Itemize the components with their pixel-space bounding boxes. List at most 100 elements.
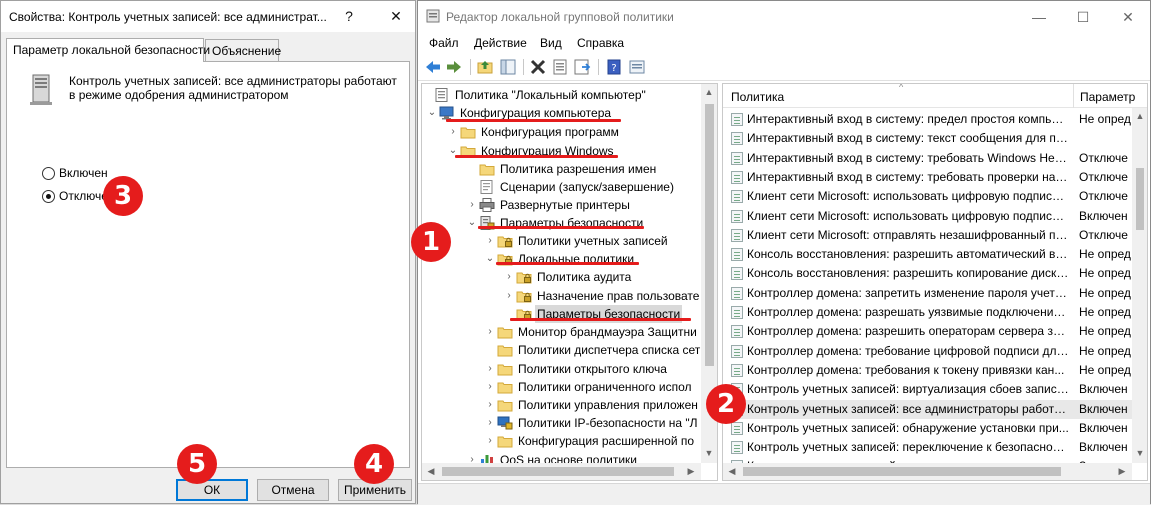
tab-local-security-setting[interactable]: Параметр локальной безопасности [6, 38, 210, 62]
policy-setting-icon [731, 325, 743, 339]
tree-node[interactable]: › Политики учетных записей [422, 232, 701, 250]
expanded-chevron-icon[interactable]: ⌄ [485, 250, 495, 268]
gpedit-close-button[interactable]: ✕ [1113, 7, 1143, 27]
policy-row[interactable]: Интерактивный вход в систему: требовать … [723, 149, 1133, 168]
collapsed-chevron-icon[interactable]: › [485, 396, 495, 414]
collapsed-chevron-icon[interactable]: › [448, 123, 458, 141]
scroll-down-arrow-icon[interactable]: ▼ [1133, 448, 1147, 458]
policy-row[interactable]: Контроллер домена: запретить изменение п… [723, 284, 1133, 303]
list-horizontal-scrollbar[interactable]: ◀ ▶ [723, 463, 1132, 480]
up-folder-icon[interactable] [476, 58, 494, 76]
minimize-button[interactable]: — [1024, 7, 1054, 27]
policy-row[interactable]: Контроллер домена: разрешать уязвимые по… [723, 303, 1133, 322]
menu-action[interactable]: Действие [474, 36, 527, 50]
policy-row[interactable]: Контроль учетных записей: все администра… [723, 399, 1133, 419]
scroll-left-arrow-icon[interactable]: ◀ [725, 466, 739, 477]
filter-view-icon[interactable] [628, 58, 646, 76]
ok-button[interactable]: ОК [176, 479, 248, 501]
radio-disabled-circle[interactable] [42, 189, 55, 203]
menu-file[interactable]: Файл [429, 36, 459, 50]
menu-view[interactable]: Вид [540, 36, 562, 50]
policy-row[interactable]: Клиент сети Microsoft: использовать цифр… [723, 187, 1133, 206]
help-button[interactable]: ? [335, 5, 363, 27]
tab-explanation[interactable]: Объяснение [205, 39, 281, 61]
scroll-right-arrow-icon[interactable]: ▶ [684, 466, 698, 477]
column-header-policy[interactable]: Политика [731, 90, 784, 104]
collapsed-chevron-icon[interactable]: › [504, 268, 514, 286]
tree-node[interactable]: ⌄ Параметры безопасности [422, 214, 701, 232]
policy-row[interactable]: Интерактивный вход в систему: текст сооб… [723, 129, 1133, 148]
toolbar: ? [418, 54, 1150, 81]
tree-node[interactable]: › Конфигурация программ [422, 123, 701, 141]
delete-x-icon[interactable] [529, 58, 547, 76]
collapsed-chevron-icon[interactable]: › [485, 432, 495, 450]
policy-row[interactable]: Контроллер домена: разрешить операторам … [723, 322, 1133, 341]
policy-row[interactable]: Интерактивный вход в систему: требовать … [723, 168, 1133, 187]
help-book-icon[interactable]: ? [605, 58, 623, 76]
expanded-chevron-icon[interactable]: ⌄ [427, 104, 437, 122]
forward-arrow-icon[interactable] [445, 58, 463, 76]
menu-help[interactable]: Справка [577, 36, 624, 50]
tree-node[interactable]: › Конфигурация расширенной по [422, 432, 701, 450]
collapsed-chevron-icon[interactable]: › [485, 360, 495, 378]
policy-row[interactable]: Клиент сети Microsoft: использовать цифр… [723, 207, 1133, 226]
list-scroll-thumb[interactable] [1136, 168, 1144, 230]
menu-bar: Файл Действие Вид Справка [418, 32, 1150, 54]
tree-hscroll-thumb[interactable] [442, 467, 674, 476]
collapsed-chevron-icon[interactable]: › [504, 287, 514, 305]
expanded-chevron-icon[interactable]: ⌄ [467, 214, 477, 232]
dialog-close-button[interactable]: ✕ [382, 5, 410, 27]
column-divider[interactable] [1073, 84, 1074, 108]
tree-node[interactable]: Политика "Локальный компьютер" [422, 86, 701, 104]
policy-name: Клиент сети Microsoft: использовать цифр… [747, 189, 1069, 204]
tree-scroll-thumb[interactable] [705, 104, 714, 366]
cancel-button[interactable]: Отмена [257, 479, 329, 501]
tree-node[interactable]: › Политики ограниченного испол [422, 378, 701, 396]
collapsed-chevron-icon[interactable]: › [485, 323, 495, 341]
scroll-right-arrow-icon[interactable]: ▶ [1115, 466, 1129, 477]
properties-icon[interactable] [551, 58, 569, 76]
annotation-badge-1: 1 [411, 222, 451, 262]
export-list-icon[interactable] [573, 58, 591, 76]
tree-node[interactable]: › Политика аудита [422, 268, 701, 286]
radio-enabled[interactable]: Включен [42, 166, 108, 180]
tree-node-label: Конфигурация расширенной по [518, 434, 695, 448]
policy-row[interactable]: Контроллер домена: требование цифровой п… [723, 342, 1133, 361]
policy-row[interactable]: Консоль восстановления: разрешить копиро… [723, 264, 1133, 283]
radio-enabled-circle[interactable] [42, 166, 55, 180]
list-hscroll-thumb[interactable] [743, 467, 1061, 476]
tree-node[interactable]: › Политики IP-безопасности на "Л [422, 414, 701, 432]
tree-node[interactable]: › Развернутые принтеры [422, 196, 701, 214]
tree-node[interactable]: › Политики управления приложен [422, 396, 701, 414]
policy-row[interactable]: Контроль учетных записей: переключение к… [723, 438, 1133, 457]
scroll-up-arrow-icon[interactable]: ▲ [702, 87, 716, 97]
tree-horizontal-scrollbar[interactable]: ◀ ▶ [422, 463, 701, 480]
policy-row[interactable]: Консоль восстановления: разрешить автома… [723, 245, 1133, 264]
policy-row[interactable]: Интерактивный вход в систему: предел про… [723, 110, 1133, 129]
policy-row[interactable]: Контроллер домена: требования к токену п… [723, 361, 1133, 380]
tree-node[interactable]: Сценарии (запуск/завершение) [422, 178, 701, 196]
policy-row[interactable]: Контроль учетных записей: обнаружение ус… [723, 419, 1133, 438]
scroll-down-arrow-icon[interactable]: ▼ [702, 448, 716, 458]
policy-row[interactable]: Клиент сети Microsoft: отправлять незаши… [723, 226, 1133, 245]
scroll-left-arrow-icon[interactable]: ◀ [424, 466, 438, 477]
tree-node[interactable]: › Назначение прав пользовате [422, 287, 701, 305]
collapsed-chevron-icon[interactable]: › [485, 232, 495, 250]
collapsed-chevron-icon[interactable]: › [467, 196, 477, 214]
tree-node[interactable]: › Политики открытого ключа [422, 360, 701, 378]
collapsed-chevron-icon[interactable]: › [485, 414, 495, 432]
tree-node-label: Политика "Локальный компьютер" [455, 88, 646, 102]
tree-node[interactable]: Политика разрешения имен [422, 160, 701, 178]
list-vertical-scrollbar[interactable]: ▲ ▼ [1132, 108, 1147, 463]
tree-node[interactable]: ⌄ Локальные политики [422, 250, 701, 268]
tree-node[interactable]: › Монитор брандмауэра Защитни [422, 323, 701, 341]
tree-node[interactable]: Политики диспетчера списка сет [422, 341, 701, 359]
maximize-button[interactable]: ☐ [1068, 7, 1098, 27]
column-header-setting[interactable]: Параметр [1080, 90, 1135, 104]
policy-row[interactable]: Контроль учетных записей: виртуализация … [723, 380, 1133, 399]
policy-setting-icon [731, 363, 743, 377]
collapsed-chevron-icon[interactable]: › [485, 378, 495, 396]
show-hide-tree-icon[interactable] [499, 58, 517, 76]
back-arrow-icon[interactable] [424, 58, 442, 76]
scroll-up-arrow-icon[interactable]: ▲ [1133, 111, 1147, 121]
